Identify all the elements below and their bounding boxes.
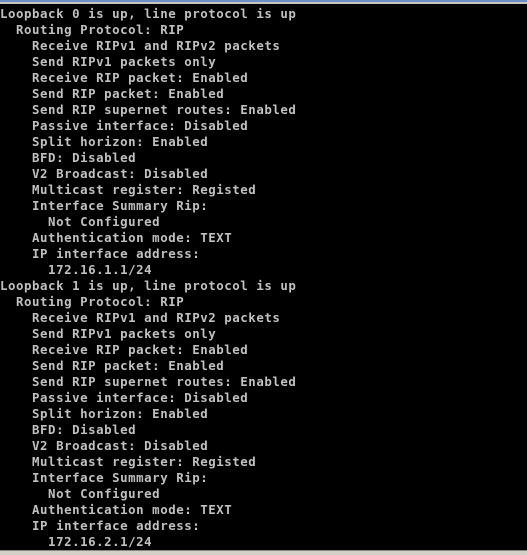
terminal-line: Authentication mode: TEXT	[0, 230, 233, 245]
terminal-line: V2 Broadcast: Disabled	[0, 166, 209, 181]
terminal-line: Split horizon: Enabled	[0, 134, 209, 149]
terminal-line: Split horizon: Enabled	[0, 406, 209, 421]
terminal-line: IP interface address:	[0, 518, 201, 533]
terminal-output[interactable]: Loopback 0 is up, line protocol is up Ro…	[0, 6, 527, 550]
terminal-line: Send RIP supernet routes: Enabled	[0, 102, 297, 117]
terminal-line: Multicast register: Registed	[0, 454, 257, 469]
terminal-line: 172.16.2.1/24	[0, 534, 153, 549]
terminal-line: Authentication mode: TEXT	[0, 502, 233, 517]
terminal-line: IP interface address:	[0, 246, 201, 261]
terminal-line: Send RIP supernet routes: Enabled	[0, 374, 297, 389]
terminal-line: Interface Summary Rip:	[0, 198, 209, 213]
terminal-line: Send RIP packet: Enabled	[0, 86, 225, 101]
window-top-border	[0, 2, 527, 4]
terminal-line: Receive RIPv1 and RIPv2 packets	[0, 38, 281, 53]
terminal-line: Not Configured	[0, 214, 161, 229]
terminal-line: V2 Broadcast: Disabled	[0, 438, 209, 453]
terminal-line: Receive RIP packet: Enabled	[0, 342, 249, 357]
terminal-line: Routing Protocol: RIP	[0, 22, 185, 37]
terminal-line: BFD: Disabled	[0, 422, 137, 437]
terminal-line: 172.16.1.1/24	[0, 262, 153, 277]
terminal-line: Receive RIP packet: Enabled	[0, 70, 249, 85]
terminal-line: Send RIPv1 packets only	[0, 326, 217, 341]
terminal-line: Passive interface: Disabled	[0, 118, 249, 133]
terminal-line: Multicast register: Registed	[0, 182, 257, 197]
terminal-line: BFD: Disabled	[0, 150, 137, 165]
terminal-line: Loopback 0 is up, line protocol is up	[0, 6, 297, 21]
window-bottom-border	[0, 550, 527, 555]
terminal-line: Routing Protocol: RIP	[0, 294, 185, 309]
terminal-line: Interface Summary Rip:	[0, 470, 209, 485]
terminal-line: Not Configured	[0, 486, 161, 501]
terminal-line: Passive interface: Disabled	[0, 390, 249, 405]
terminal-line: Loopback 1 is up, line protocol is up	[0, 278, 297, 293]
terminal-line: Receive RIPv1 and RIPv2 packets	[0, 310, 281, 325]
terminal-line: Send RIPv1 packets only	[0, 54, 217, 69]
terminal-line: Send RIP packet: Enabled	[0, 358, 225, 373]
